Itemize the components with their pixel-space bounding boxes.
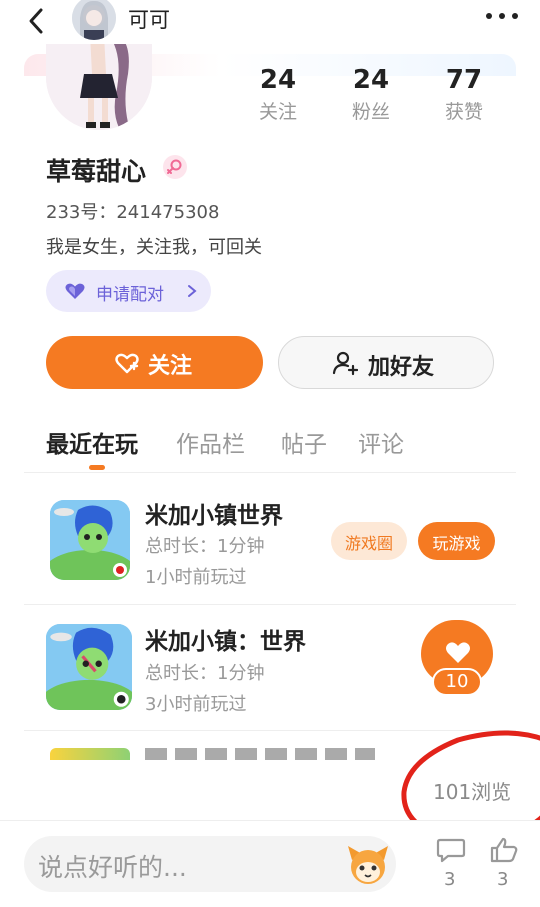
stat-value: 77	[445, 65, 483, 95]
stat-label: 获赞	[444, 101, 483, 123]
profile-id: 233号：241475308	[46, 202, 220, 223]
more-dots-icon	[486, 13, 492, 19]
profile-bio: 我是女生，关注我，可回关	[46, 237, 262, 258]
list-item-partial	[50, 748, 390, 760]
tabs-divider	[24, 472, 516, 473]
play-game-label: 玩游戏	[432, 534, 481, 553]
add-person-icon	[332, 351, 358, 376]
more-button[interactable]	[482, 8, 522, 28]
comment-icon[interactable]	[436, 837, 466, 863]
game-circle-label: 游戏圈	[344, 534, 393, 553]
double-heart-icon	[65, 283, 85, 299]
stat-value: 24	[259, 65, 297, 95]
header-username: 可可	[128, 8, 170, 32]
tab-comments[interactable]: 评论	[358, 425, 404, 459]
row-divider	[24, 604, 516, 605]
like-count-badge: 10	[432, 668, 482, 696]
header-avatar[interactable]	[72, 0, 116, 40]
stat-following[interactable]: 24 关注	[238, 64, 318, 126]
add-friend-button[interactable]: 加好友	[278, 336, 494, 389]
comment-placeholder: 说点好听的...	[38, 853, 187, 882]
like-count-bottom: 3	[497, 869, 509, 890]
mascot-icon[interactable]	[346, 842, 390, 886]
game-circle-button[interactable]: 游戏圈	[331, 522, 407, 560]
heart-plus-icon	[115, 353, 139, 374]
add-friend-label: 加好友	[368, 355, 435, 380]
top-bar: 可可	[0, 0, 540, 44]
game-icon-image	[46, 624, 132, 710]
gender-badge	[163, 155, 187, 179]
thumbs-up-icon[interactable]	[489, 837, 519, 863]
avatar-image	[72, 0, 116, 40]
stat-label: 粉丝	[351, 101, 390, 123]
stat-likes[interactable]: 77 获赞	[424, 64, 504, 126]
female-icon	[167, 159, 182, 174]
request-pair-label: 申请配对	[96, 285, 164, 305]
request-pair-button[interactable]: 申请配对	[46, 270, 211, 312]
tab-recently-played[interactable]: 最近在玩	[46, 425, 138, 459]
like-count: 10	[445, 671, 469, 692]
comment-input[interactable]: 说点好听的...	[24, 836, 396, 892]
follow-label: 关注	[148, 354, 193, 379]
follow-button[interactable]: 关注	[46, 336, 263, 389]
tab-posts[interactable]: 帖子	[281, 425, 327, 459]
game-icon-image	[50, 500, 130, 580]
game-title[interactable]: 米加小镇：世界	[145, 622, 306, 656]
stat-value: 24	[352, 65, 390, 95]
chevron-right-icon	[188, 285, 197, 297]
play-game-button[interactable]: 玩游戏	[418, 522, 495, 560]
heart-icon	[446, 642, 470, 663]
game-title[interactable]: 米加小镇世界	[145, 496, 283, 530]
game-icon[interactable]	[50, 500, 130, 580]
bottom-bar: 说点好听的... 3 3	[0, 820, 540, 907]
back-button[interactable]	[22, 6, 52, 36]
game-duration: 总时长：1分钟	[145, 663, 265, 684]
profile-nickname: 草莓甜心	[46, 157, 147, 186]
like-floating-button[interactable]: 10	[418, 620, 496, 698]
stat-followers[interactable]: 24 粉丝	[331, 64, 411, 126]
tab-works[interactable]: 作品栏	[176, 425, 245, 459]
chevron-left-icon	[29, 8, 43, 34]
game-last-played: 3小时前玩过	[145, 694, 247, 715]
game-duration: 总时长：1分钟	[145, 536, 265, 557]
tab-indicator	[89, 465, 105, 470]
game-last-played: 1小时前玩过	[145, 567, 247, 588]
game-icon[interactable]	[46, 624, 132, 710]
comment-count: 3	[444, 869, 456, 890]
stat-label: 关注	[258, 101, 297, 123]
